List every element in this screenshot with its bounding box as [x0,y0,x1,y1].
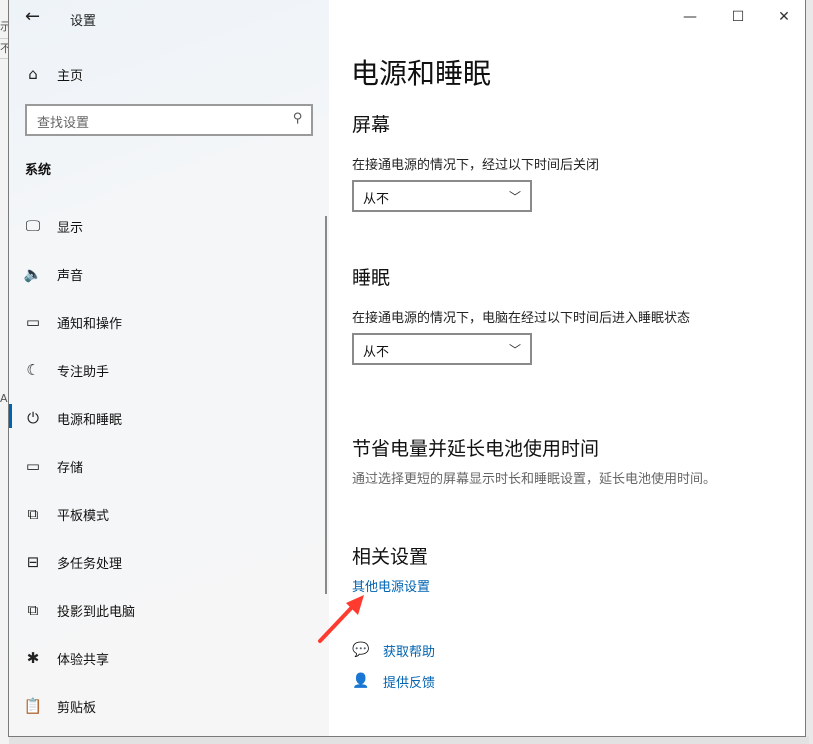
background-taskbar [9,736,809,744]
sidebar-item-notifications[interactable]: ▭ 通知和操作 [23,310,122,334]
project-icon: ⧉ [27,601,39,619]
sidebar-item-sound[interactable]: 🔈 声音 [23,262,83,286]
feedback-icon: 👤 [352,673,370,689]
chevron-down-icon: ﹀ [508,343,521,357]
maximize-button[interactable]: ☐ [715,5,761,29]
active-indicator [9,404,12,428]
sleep-timeout-dropdown[interactable]: 从不 ﹀ [352,333,532,365]
sidebar-scrollbar[interactable] [325,216,327,594]
sidebar-item-label: 剪贴板 [57,700,97,716]
screen-description: 在接通电源的情况下，经过以下时间后关闭 [352,158,600,173]
sidebar-item-project[interactable]: ⧉ 投影到此电脑 [23,598,135,622]
related-settings-heading: 相关设置 [352,546,429,568]
back-arrow-icon[interactable]: ← [25,6,47,28]
sidebar-item-display[interactable]: 🖵 显示 [23,214,83,238]
moon-icon: ☾ [26,361,40,379]
sleep-description: 在接通电源的情况下，电脑在经过以下时间后进入睡眠状态 [352,311,691,326]
main-content: — ☐ ✕ 电源和睡眠 屏幕 在接通电源的情况下，经过以下时间后关闭 从不 ﹀ … [329,0,805,736]
feedback-row[interactable]: 👤 提供反馈 [351,671,435,691]
notification-icon: ▭ [25,313,41,331]
feedback-link[interactable]: 提供反馈 [383,672,435,691]
sidebar-item-label: 体验共享 [57,652,110,668]
sidebar-item-label: 通知和操作 [57,316,123,332]
search-input[interactable]: 查找设置 ⚲ [25,104,313,136]
sidebar-item-label: 声音 [57,268,84,284]
tablet-icon: ⧉ [27,505,39,523]
minimize-button[interactable]: — [667,5,713,29]
sidebar-item-label: 存储 [57,460,84,476]
sidebar-item-focus-assist[interactable]: ☾ 专注助手 [23,358,109,382]
speaker-icon: 🔈 [23,265,43,283]
close-button[interactable]: ✕ [761,5,805,29]
sidebar-item-shared-experiences[interactable]: ✱ 体验共享 [23,646,109,670]
window-title: 设置 [70,14,97,29]
battery-heading: 节省电量并延长电池使用时间 [352,438,600,460]
sidebar-item-clipboard[interactable]: 📋 剪贴板 [23,694,96,718]
sidebar-item-label: 平板模式 [57,508,110,524]
dropdown-value: 从不 [363,345,390,360]
home-icon: ⌂ [28,65,38,83]
sidebar-item-storage[interactable]: ▭ 存储 [23,454,83,478]
battery-description: 通过选择更短的屏幕显示时长和睡眠设置，延长电池使用时间。 [352,472,717,487]
sidebar-item-label: 专注助手 [57,364,110,380]
share-icon: ✱ [26,649,40,667]
screen-timeout-dropdown[interactable]: 从不 ﹀ [352,180,532,212]
get-help-link[interactable]: 获取帮助 [383,641,435,660]
sidebar-item-label: 显示 [57,220,84,236]
page-title: 电源和睡眠 [351,57,492,90]
search-icon[interactable]: ⚲ [293,111,303,126]
storage-icon: ▭ [25,457,41,475]
section-label: 系统 [25,163,52,178]
screen-heading: 屏幕 [352,114,391,136]
sidebar-item-power-sleep[interactable]: ⏻ 电源和睡眠 [23,406,122,430]
sidebar-item-home[interactable]: ⌂ 主页 [23,62,83,86]
dropdown-value: 从不 [363,192,390,207]
power-icon: ⏻ [27,409,39,427]
settings-window: ← 设置 ⌂ 主页 查找设置 ⚲ 系统 🖵 显示 🔈 声音 ▭ 通知和操作 ☾ … [8,0,806,737]
sidebar-item-tablet-mode[interactable]: ⧉ 平板模式 [23,502,109,526]
sleep-heading: 睡眠 [352,267,391,289]
red-arrow-annotation [318,595,364,643]
clipboard-icon: 📋 [23,697,43,715]
multitask-icon: ⊟ [26,553,40,571]
sidebar-item-label: 多任务处理 [57,556,123,572]
sidebar-item-label: 投影到此电脑 [57,604,136,620]
monitor-icon: 🖵 [25,217,41,235]
sidebar-item-multitasking[interactable]: ⊟ 多任务处理 [23,550,122,574]
arrow-shaft [318,601,358,643]
search-placeholder: 查找设置 [37,116,90,131]
chevron-down-icon: ﹀ [508,190,521,204]
background-text: A [0,392,8,405]
sidebar-item-label: 主页 [57,68,84,84]
sidebar-item-label: 电源和睡眠 [57,412,123,428]
sidebar: ← 设置 ⌂ 主页 查找设置 ⚲ 系统 🖵 显示 🔈 声音 ▭ 通知和操作 ☾ … [9,0,329,736]
